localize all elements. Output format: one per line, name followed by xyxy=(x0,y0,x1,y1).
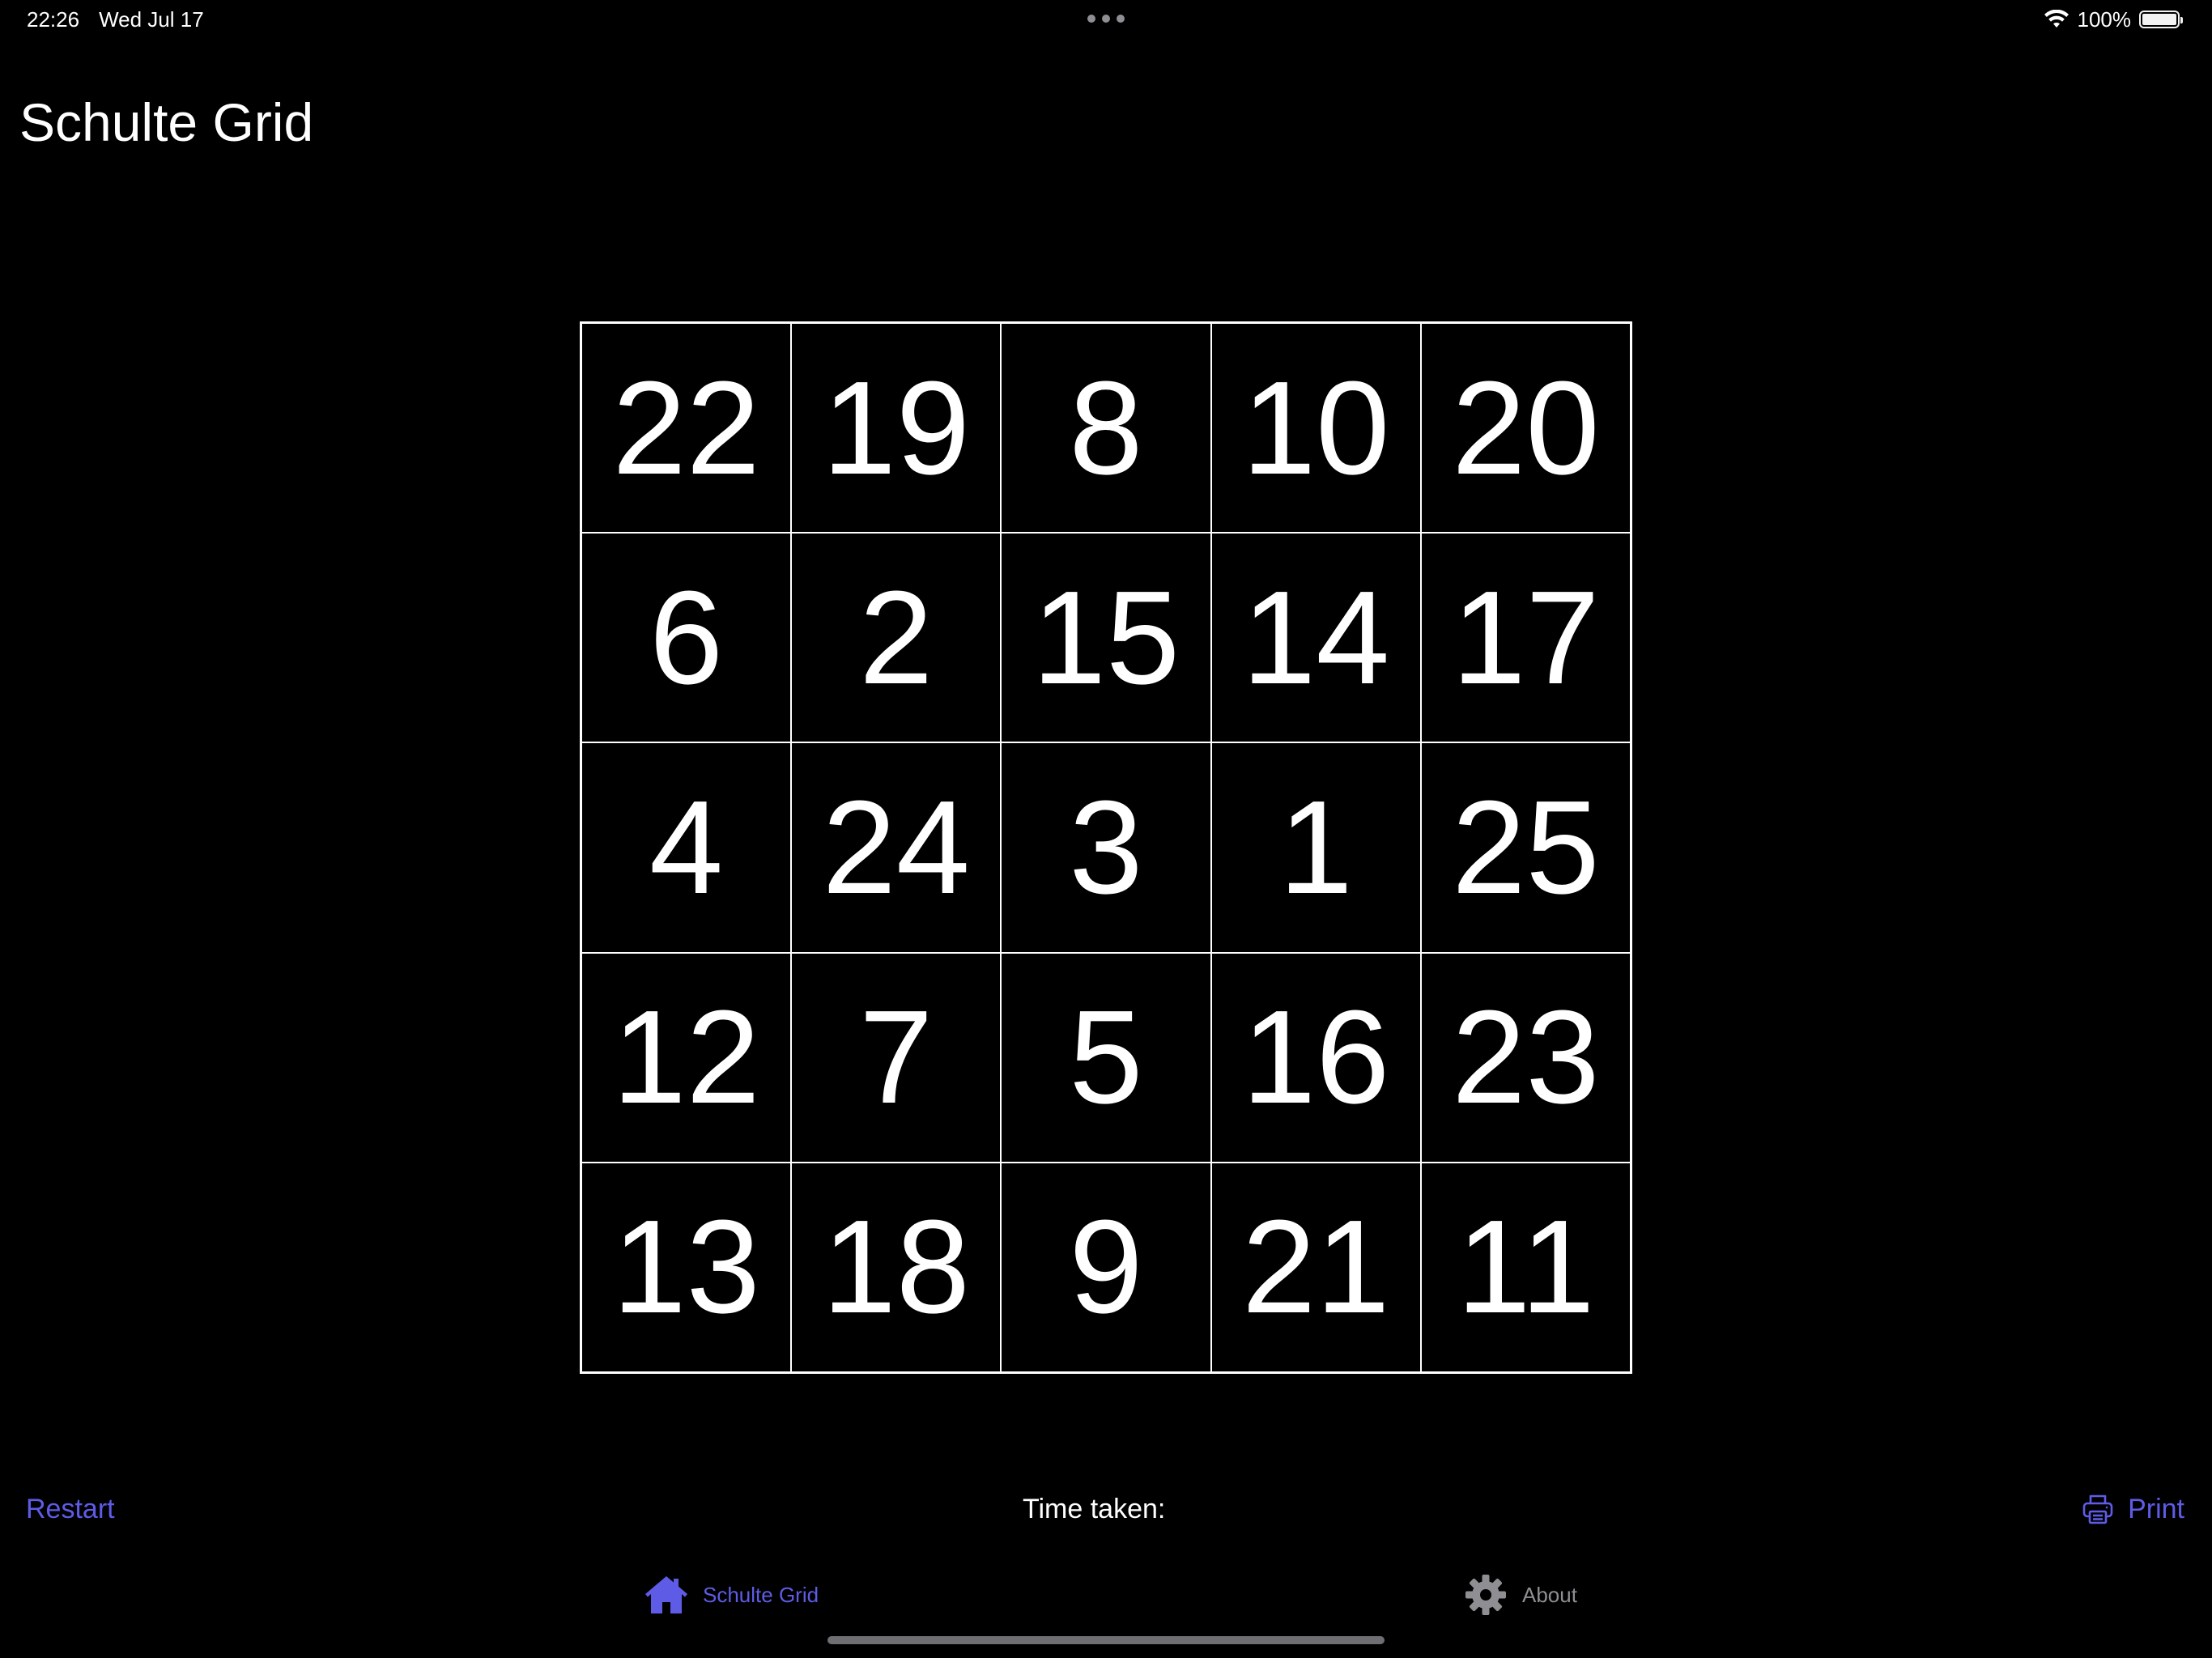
multitasking-dots[interactable] xyxy=(1087,15,1125,24)
tab-label: Schulte Grid xyxy=(703,1582,819,1607)
app-screen: 22:26 Wed Jul 17 100% Schulte Grid 22 19 8 1… xyxy=(0,0,2212,1658)
grid-cell[interactable]: 2 xyxy=(791,533,1002,743)
grid-cell[interactable]: 21 xyxy=(1210,1162,1421,1372)
battery-icon xyxy=(2139,11,2183,28)
page-title: Schulte Grid xyxy=(19,92,314,152)
tab-about[interactable]: About xyxy=(1462,1571,1577,1619)
dot-icon xyxy=(1087,15,1095,23)
status-clock: 22:26 xyxy=(27,7,80,32)
grid-cell[interactable]: 1 xyxy=(1210,742,1421,953)
battery-fill xyxy=(2142,14,2176,25)
grid-cell[interactable]: 17 xyxy=(1420,533,1631,743)
grid-cell[interactable]: 12 xyxy=(581,952,792,1163)
restart-button[interactable]: Restart xyxy=(26,1491,115,1527)
grid-cell[interactable]: 3 xyxy=(1001,742,1211,953)
grid-cell[interactable]: 25 xyxy=(1420,742,1631,953)
grid-cell[interactable]: 22 xyxy=(581,323,792,534)
time-taken-label: Time taken: xyxy=(1023,1494,1166,1524)
wifi-icon xyxy=(2044,10,2069,28)
dot-icon xyxy=(1102,15,1110,23)
grid-cell[interactable]: 24 xyxy=(791,742,1002,953)
grid-cell[interactable]: 16 xyxy=(1210,952,1421,1163)
status-date: Wed Jul 17 xyxy=(99,7,204,32)
status-time: 22:26 Wed Jul 17 xyxy=(27,6,204,32)
tab-schulte-grid[interactable]: Schulte Grid xyxy=(643,1571,819,1619)
print-label: Print xyxy=(2128,1493,2184,1524)
grid-cell[interactable]: 4 xyxy=(581,742,792,953)
grid-cell[interactable]: 18 xyxy=(791,1162,1002,1372)
house-icon xyxy=(645,1576,687,1613)
grid-cell[interactable]: 23 xyxy=(1420,952,1631,1163)
dot-icon xyxy=(1117,15,1125,23)
home-indicator[interactable] xyxy=(827,1636,1385,1644)
grid-cell[interactable]: 9 xyxy=(1001,1162,1211,1372)
print-button[interactable]: Print xyxy=(2081,1488,2184,1530)
grid-cell[interactable]: 5 xyxy=(1001,952,1211,1163)
grid-cell[interactable]: 8 xyxy=(1001,323,1211,534)
gear-icon xyxy=(1465,1575,1506,1615)
status-indicators: 100% xyxy=(2044,6,2183,32)
grid-cell[interactable]: 14 xyxy=(1210,533,1421,743)
grid-cell[interactable]: 19 xyxy=(791,323,1002,534)
battery-percent: 100% xyxy=(2077,6,2132,32)
grid-cell[interactable]: 13 xyxy=(581,1162,792,1372)
grid-cell[interactable]: 11 xyxy=(1420,1162,1631,1372)
tab-label: About xyxy=(1522,1582,1577,1607)
grid-cell[interactable]: 7 xyxy=(791,952,1002,1163)
grid-cell[interactable]: 20 xyxy=(1420,323,1631,534)
schulte-grid: 22 19 8 10 20 6 2 15 14 17 4 24 3 1 25 12 7 5 16 23 13 18 9 21 1… xyxy=(580,321,1632,1374)
printer-icon xyxy=(2082,1494,2113,1524)
grid-cell[interactable]: 6 xyxy=(581,533,792,743)
grid-cell[interactable]: 15 xyxy=(1001,533,1211,743)
grid-cell[interactable]: 10 xyxy=(1210,323,1421,534)
